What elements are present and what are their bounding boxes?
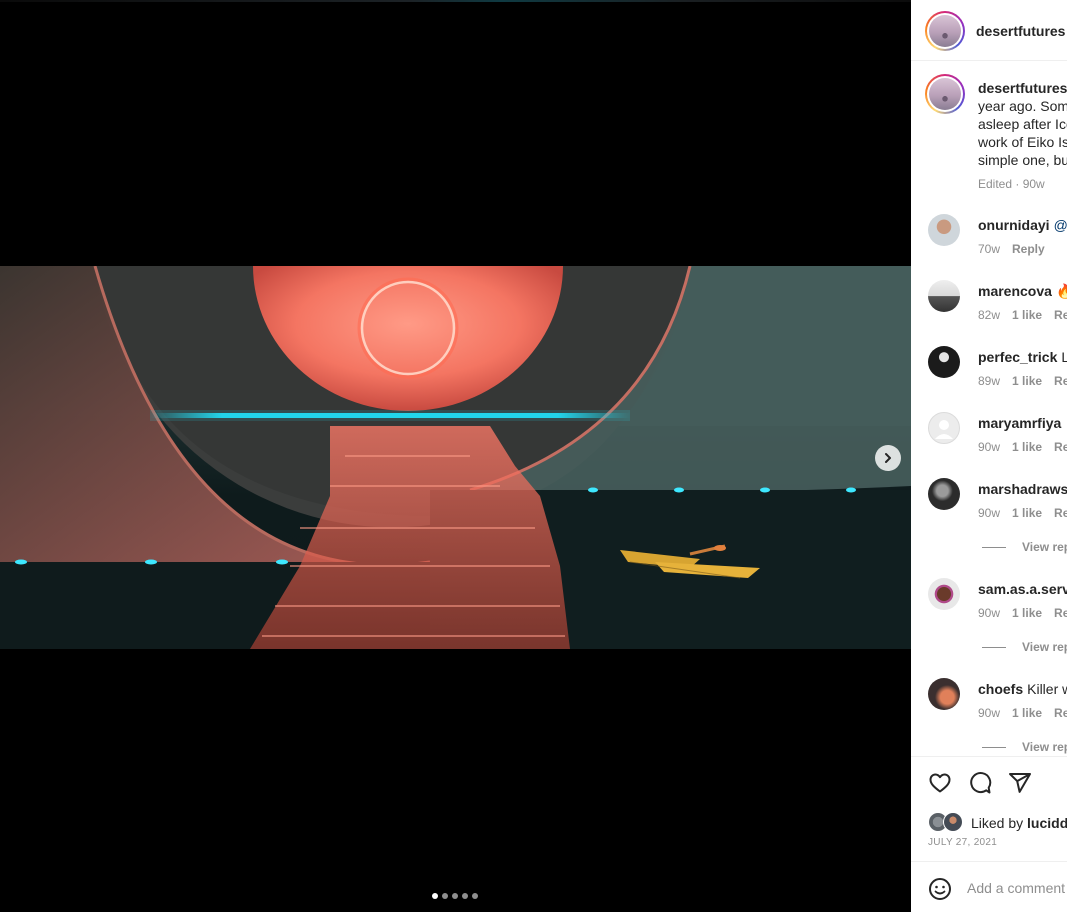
comment-meta: 89w 1 like Rep — [978, 374, 1067, 388]
commenter-username[interactable]: marencova — [978, 283, 1052, 299]
carousel-dot — [442, 893, 448, 899]
carousel-dot — [432, 893, 438, 899]
reply-button[interactable]: Rep — [1054, 506, 1067, 520]
reply-button[interactable]: Rep — [1054, 374, 1067, 388]
commenter-avatar[interactable] — [928, 478, 960, 510]
comment-item: onurnidayi@n 70w Reply — [911, 214, 1067, 274]
commenter-avatar[interactable] — [928, 214, 960, 246]
comment-time: 70w — [978, 242, 1001, 256]
liked-by-prefix: Liked by — [971, 815, 1028, 831]
comment-time: 90w — [978, 706, 1001, 720]
comment-time: 90w — [978, 606, 1001, 620]
comment-text: marshadraws — [978, 481, 1067, 497]
comment-text: perfec_trickLo — [978, 349, 1067, 365]
commenter-avatar[interactable] — [928, 280, 960, 312]
commenter-username[interactable]: marshadraws — [978, 481, 1067, 497]
post-media — [0, 0, 911, 912]
carousel-dot — [472, 893, 478, 899]
comment-time: 89w — [978, 374, 1001, 388]
liked-by-user[interactable]: lucidd — [1027, 815, 1067, 831]
emoji-icon[interactable] — [928, 877, 952, 901]
comment-meta: 90w 1 like Rep — [978, 706, 1067, 720]
comment-mention[interactable]: @n — [1054, 217, 1067, 233]
comment-text: choefsKiller w — [978, 681, 1067, 697]
comment-likes[interactable]: 1 like — [1012, 506, 1042, 520]
commenter-avatar[interactable] — [928, 678, 960, 710]
heart-icon[interactable] — [928, 771, 952, 795]
artwork-illustration — [0, 266, 911, 649]
add-comment-bar — [911, 861, 1067, 912]
caption-meta: Edited · 90w — [978, 177, 1045, 191]
comment-item: sam.as.a.servic 90w 1 like Rep — [911, 578, 1067, 638]
commenter-username[interactable]: onurnidayi — [978, 217, 1050, 233]
view-replies-button[interactable]: View rep — [982, 740, 1067, 754]
comment-likes[interactable]: 1 like — [1012, 706, 1042, 720]
fire-emoji: 🔥 — [1055, 283, 1067, 299]
commenter-username[interactable]: maryamrfiya — [978, 415, 1061, 431]
caption-text-block: desertfutures ’ year ago. Some asleep af… — [978, 79, 1067, 193]
comment-icon[interactable] — [968, 771, 992, 795]
comment-text: sam.as.a.servic — [978, 581, 1067, 597]
post-date[interactable]: JULY 27, 2021 — [928, 837, 997, 848]
view-replies-button[interactable]: View rep — [982, 640, 1067, 654]
commenter-avatar[interactable] — [928, 578, 960, 610]
comment-item: marencova🔥 82w 1 like Rep — [911, 280, 1067, 340]
comment-likes[interactable]: 1 like — [1012, 606, 1042, 620]
carousel-dot — [452, 893, 458, 899]
reply-button[interactable]: Rep — [1054, 606, 1067, 620]
caption-username[interactable]: desertfutures — [978, 80, 1067, 96]
commenter-username[interactable]: sam.as.a.servic — [978, 581, 1067, 597]
liked-by: Liked by lucidd — [928, 812, 1067, 832]
comment-time: 82w — [978, 308, 1001, 322]
author-username[interactable]: desertfutures — [976, 23, 1065, 39]
media-top-edge — [0, 0, 911, 2]
reply-button[interactable]: Rep — [1054, 706, 1067, 720]
post-actions — [911, 756, 1067, 806]
comment-text: maryamrfiya… — [978, 415, 1067, 431]
comment-item: choefsKiller w 90w 1 like Rep — [911, 678, 1067, 738]
reply-button[interactable]: Reply — [1012, 242, 1045, 256]
default-avatar-icon[interactable] — [928, 412, 960, 444]
view-replies-button[interactable]: View rep — [982, 540, 1067, 554]
comment-text: onurnidayi@n — [978, 217, 1067, 233]
comment-text: marencova 🔥 — [978, 283, 1067, 300]
reply-button[interactable]: Rep — [1054, 308, 1067, 322]
post-side-panel: desertfutures desertfutures ’ year ago. … — [911, 0, 1067, 912]
carousel-dot — [462, 893, 468, 899]
liked-by-text: Liked by lucidd — [971, 815, 1067, 831]
comment-meta: 70w Reply — [978, 242, 1057, 256]
comment-body: Lo — [1061, 349, 1067, 365]
comment-body: Killer w — [1027, 681, 1067, 697]
post-header: desertfutures — [911, 0, 1067, 61]
caption-avatar[interactable] — [925, 74, 965, 114]
comment-likes[interactable]: 1 like — [1012, 440, 1042, 454]
comment-item: maryamrfiya… 90w 1 like Rep — [911, 412, 1067, 472]
comment-likes[interactable]: 1 like — [1012, 308, 1042, 322]
comment-meta: 90w 1 like Rep — [978, 506, 1067, 520]
comment-item: marshadraws 90w 1 like Rep — [911, 478, 1067, 538]
liked-by-avatars[interactable] — [928, 812, 968, 832]
comment-time: 90w — [978, 440, 1001, 454]
comments-list[interactable]: desertfutures ’ year ago. Some asleep af… — [911, 62, 1067, 756]
commenter-username[interactable]: perfec_trick — [978, 349, 1057, 365]
comment-meta: 90w 1 like Rep — [978, 606, 1067, 620]
chevron-right-icon — [885, 453, 891, 463]
commenter-username[interactable]: choefs — [978, 681, 1023, 697]
post-image[interactable] — [0, 266, 911, 649]
carousel-next-button[interactable] — [875, 445, 901, 471]
comment-meta: 82w 1 like Rep — [978, 308, 1067, 322]
comment-time: 90w — [978, 506, 1001, 520]
comment-item: perfec_trickLo 89w 1 like Rep — [911, 346, 1067, 406]
share-icon[interactable] — [1008, 771, 1032, 795]
comment-likes[interactable]: 1 like — [1012, 374, 1042, 388]
reply-button[interactable]: Rep — [1054, 440, 1067, 454]
commenter-avatar[interactable] — [928, 346, 960, 378]
comment-input[interactable] — [967, 874, 1067, 902]
comment-meta: 90w 1 like Rep — [978, 440, 1067, 454]
author-avatar[interactable] — [925, 11, 965, 51]
carousel-indicator — [432, 893, 478, 899]
